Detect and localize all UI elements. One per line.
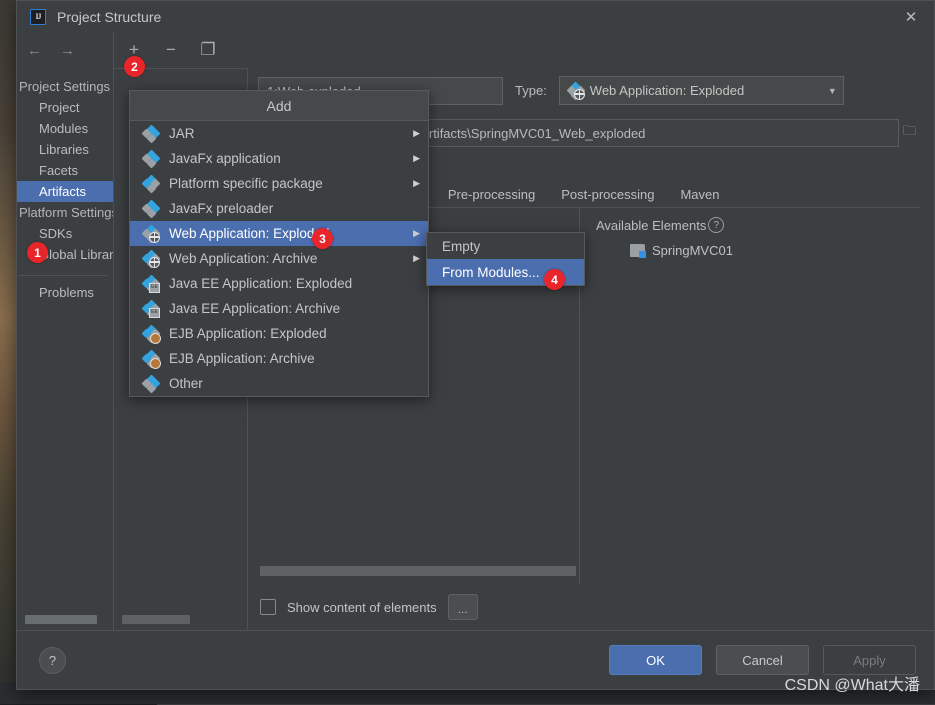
jar-icon bbox=[141, 124, 161, 143]
menu-item-label: Java EE Application: Exploded bbox=[169, 276, 353, 291]
menu-item-javaee-application-exploded[interactable]: EE Java EE Application: Exploded bbox=[130, 271, 428, 296]
menu-item-label: Platform specific package bbox=[169, 176, 323, 191]
project-structure-dialog: IJ Project Structure ✕ ← → Project Setti… bbox=[16, 0, 935, 694]
javaee-application-exploded-icon: EE bbox=[141, 274, 161, 293]
javaee-application-archive-icon: EE bbox=[141, 299, 161, 318]
intellij-logo-icon: IJ bbox=[30, 8, 46, 25]
sidebar-item-list: Project Settings Project Modules Librari… bbox=[17, 68, 130, 630]
browse-folder-icon[interactable]: 🗀 bbox=[899, 122, 920, 144]
sidebar-group-platform-settings: Platform Settings bbox=[19, 205, 118, 220]
tab-post-processing[interactable]: Post-processing bbox=[561, 187, 654, 202]
available-element-item[interactable]: SpringMVC01 bbox=[596, 243, 920, 258]
available-element-label: SpringMVC01 bbox=[652, 243, 733, 258]
artifact-type-value: Web Application: Exploded bbox=[589, 83, 745, 98]
artifact-list-scrollbar[interactable] bbox=[122, 615, 190, 624]
available-elements-title: Available Elements ? bbox=[596, 217, 920, 233]
menu-item-label: Web Application: Exploded bbox=[169, 226, 330, 241]
tree-scrollbar-track bbox=[258, 566, 579, 576]
submenu-item-from-modules[interactable]: From Modules... bbox=[427, 259, 584, 285]
menu-item-label: EJB Application: Archive bbox=[169, 351, 315, 366]
back-arrow-icon[interactable]: ← bbox=[27, 42, 42, 59]
module-icon bbox=[630, 244, 646, 258]
artifact-type-dropdown[interactable]: Web Application: Exploded ▼ bbox=[558, 76, 844, 105]
sidebar-item-problems[interactable]: Problems bbox=[17, 282, 113, 303]
forward-arrow-icon[interactable]: → bbox=[60, 42, 75, 59]
menu-item-label: Java EE Application: Archive bbox=[169, 301, 341, 316]
submenu-arrow-icon: ▶ bbox=[413, 178, 420, 188]
apply-button: Apply bbox=[823, 645, 916, 675]
ok-button[interactable]: OK bbox=[609, 645, 702, 675]
sidebar-item-project[interactable]: Project bbox=[17, 97, 113, 118]
tab-pre-processing[interactable]: Pre-processing bbox=[448, 187, 535, 202]
dialog-footer: ? OK Cancel Apply CSDN @What大潘 bbox=[17, 630, 934, 694]
javafx-preloader-icon bbox=[141, 199, 161, 218]
web-application-archive-icon bbox=[141, 249, 161, 268]
ejb-application-exploded-icon bbox=[141, 324, 161, 344]
sidebar-item-libraries[interactable]: Libraries bbox=[17, 139, 113, 160]
sidebar-divider bbox=[19, 275, 107, 276]
menu-item-label: JavaFx application bbox=[169, 151, 281, 166]
footer-buttons: OK Cancel Apply bbox=[609, 645, 916, 675]
menu-item-label: Web Application: Archive bbox=[169, 251, 318, 266]
add-menu-header: Add bbox=[130, 91, 428, 121]
submenu-arrow-icon: ▶ bbox=[413, 228, 420, 238]
submenu-arrow-icon: ▶ bbox=[413, 253, 420, 263]
menu-item-platform-specific-package[interactable]: Platform specific package ▶ bbox=[130, 171, 428, 196]
menu-item-label: JAR bbox=[169, 126, 195, 141]
sidebar-item-artifacts[interactable]: Artifacts bbox=[17, 181, 113, 202]
sidebar-item-sdks[interactable]: SDKs bbox=[17, 223, 113, 244]
add-artifact-menu: Add JAR ▶ JavaFx application ▶ Platform … bbox=[129, 90, 429, 397]
navigation-arrows: ← → bbox=[17, 32, 113, 68]
menu-item-javafx-preloader[interactable]: JavaFx preloader bbox=[130, 196, 428, 221]
web-application-exploded-icon bbox=[141, 224, 161, 243]
sidebar-item-facets[interactable]: Facets bbox=[17, 160, 113, 181]
bottom-options-row: Show content of elements ... bbox=[258, 584, 920, 630]
show-content-checkbox[interactable] bbox=[260, 599, 276, 615]
menu-item-label: EJB Application: Exploded bbox=[169, 326, 327, 341]
dialog-body: ← → Project Settings Project Modules Lib… bbox=[17, 32, 934, 630]
web-application-exploded-icon bbox=[566, 81, 586, 100]
copy-artifact-icon[interactable]: ❐ bbox=[198, 40, 218, 60]
dialog-title: Project Structure bbox=[57, 8, 162, 25]
menu-item-label: Other bbox=[169, 376, 203, 391]
cancel-button[interactable]: Cancel bbox=[716, 645, 809, 675]
chevron-down-icon: ▼ bbox=[827, 85, 837, 96]
help-button[interactable]: ? bbox=[39, 646, 66, 674]
menu-item-jar[interactable]: JAR ▶ bbox=[130, 121, 428, 146]
sidebar-horizontal-scrollbar[interactable] bbox=[25, 615, 97, 624]
sidebar-item-global-libraries[interactable]: Global Libraries bbox=[17, 244, 130, 265]
tab-maven[interactable]: Maven bbox=[680, 187, 719, 202]
menu-item-web-application-exploded[interactable]: Web Application: Exploded ▶ bbox=[130, 221, 428, 246]
menu-item-ejb-application-exploded[interactable]: EJB Application: Exploded bbox=[130, 321, 428, 346]
more-options-button[interactable]: ... bbox=[447, 594, 478, 620]
menu-item-javafx-application[interactable]: JavaFx application ▶ bbox=[130, 146, 428, 171]
show-content-label[interactable]: Show content of elements bbox=[287, 600, 437, 615]
web-application-exploded-submenu: Empty From Modules... bbox=[426, 232, 585, 286]
available-elements-label: Available Elements bbox=[596, 217, 707, 233]
menu-item-ejb-application-archive[interactable]: EJB Application: Archive bbox=[130, 346, 428, 371]
sidebar-group-project-settings: Project Settings bbox=[19, 79, 111, 94]
other-icon bbox=[141, 374, 161, 393]
close-icon[interactable]: ✕ bbox=[888, 1, 934, 32]
javafx-application-icon bbox=[141, 149, 161, 168]
submenu-arrow-icon: ▶ bbox=[413, 128, 420, 138]
menu-item-other[interactable]: Other bbox=[130, 371, 428, 396]
settings-sidebar: ← → Project Settings Project Modules Lib… bbox=[17, 32, 130, 630]
menu-item-label: JavaFx preloader bbox=[169, 201, 274, 216]
submenu-item-empty[interactable]: Empty bbox=[427, 233, 584, 259]
remove-artifact-icon[interactable]: − bbox=[161, 40, 181, 60]
dialog-titlebar: IJ Project Structure ✕ bbox=[17, 1, 934, 32]
tree-horizontal-scrollbar[interactable] bbox=[260, 566, 576, 576]
ejb-application-archive-icon bbox=[141, 349, 161, 369]
platform-specific-package-icon bbox=[141, 174, 161, 193]
artifacts-toolbar: + − ❐ bbox=[114, 32, 934, 68]
menu-item-javaee-application-archive[interactable]: EE Java EE Application: Archive bbox=[130, 296, 428, 321]
help-icon[interactable]: ? bbox=[708, 217, 725, 233]
available-elements-panel: Available Elements ? SpringMVC01 bbox=[580, 208, 920, 584]
menu-item-web-application-archive[interactable]: Web Application: Archive ▶ bbox=[130, 246, 428, 271]
type-label: Type: bbox=[515, 83, 547, 98]
sidebar-item-modules[interactable]: Modules bbox=[17, 118, 113, 139]
add-artifact-icon[interactable]: + bbox=[124, 40, 144, 60]
submenu-arrow-icon: ▶ bbox=[413, 153, 420, 163]
